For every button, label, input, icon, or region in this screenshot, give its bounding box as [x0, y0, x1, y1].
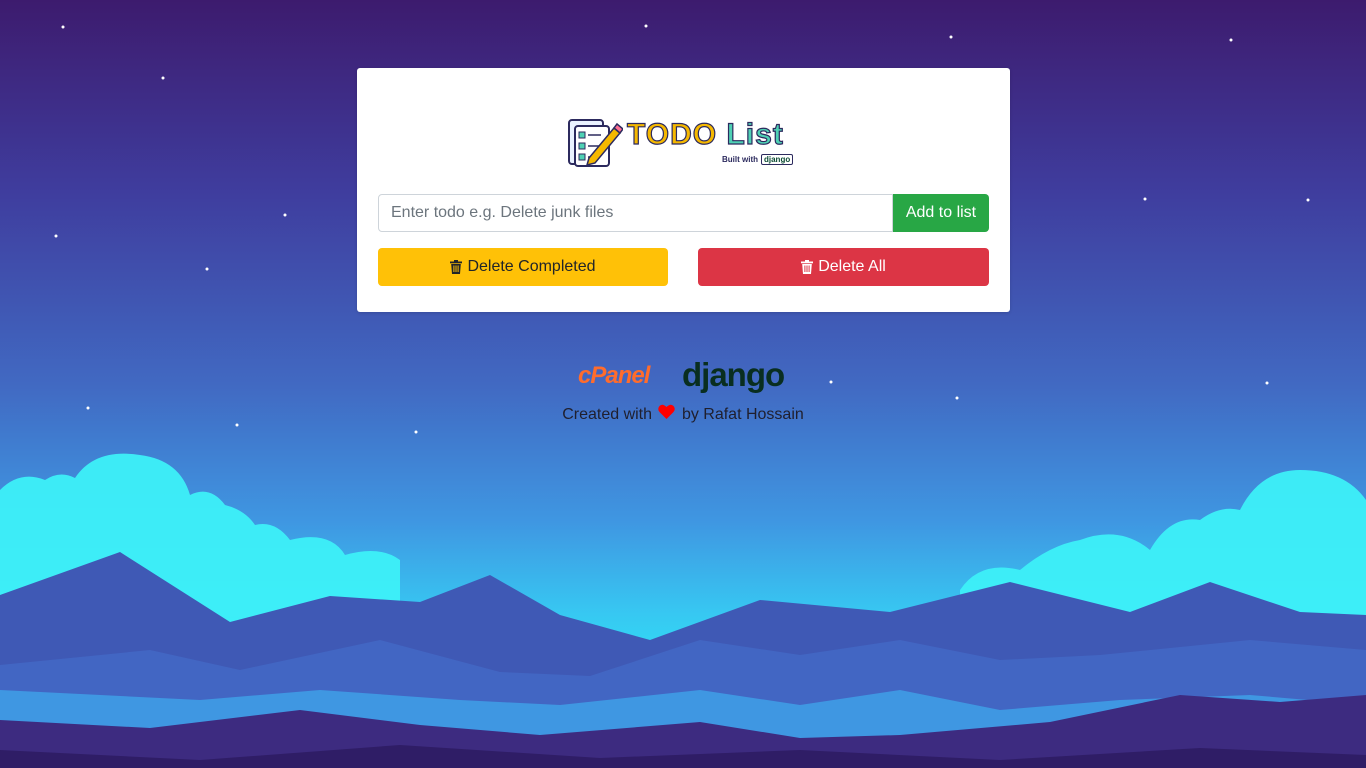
add-to-list-label: Add to list — [905, 204, 977, 221]
trash-icon — [450, 260, 463, 274]
delete-all-label: Delete All — [818, 258, 886, 275]
author-text: by Rafat Hossain — [681, 405, 804, 423]
django-badge: django — [761, 154, 794, 165]
heart-icon — [658, 404, 676, 419]
logo-title: TODO List — [626, 117, 784, 152]
todo-card: TODO List Built with django Add to list … — [357, 68, 1010, 312]
clipboard-checklist-pencil-icon — [568, 119, 623, 167]
logo-title-part1: TODO — [626, 117, 718, 151]
trash-icon — [801, 260, 814, 274]
logo-title-part2: List — [726, 117, 784, 151]
delete-completed-button[interactable]: Delete Completed — [378, 248, 668, 286]
cpanel-logo: cPanel — [578, 362, 650, 389]
credit-line: Created with by Rafat Hossain — [0, 404, 1366, 424]
created-with-text: Created with — [562, 405, 653, 423]
todo-input[interactable] — [378, 194, 893, 232]
delete-all-button[interactable]: Delete All — [698, 248, 989, 286]
logo-subtitle: Built with django — [722, 154, 794, 165]
django-logo: django — [682, 356, 785, 393]
delete-completed-label: Delete Completed — [467, 258, 596, 275]
brand-logos: cPanel django — [578, 356, 788, 396]
todo-list-logo: TODO List Built with django — [567, 116, 799, 172]
add-to-list-button[interactable]: Add to list — [893, 194, 989, 232]
built-with-text: Built with — [722, 155, 758, 164]
